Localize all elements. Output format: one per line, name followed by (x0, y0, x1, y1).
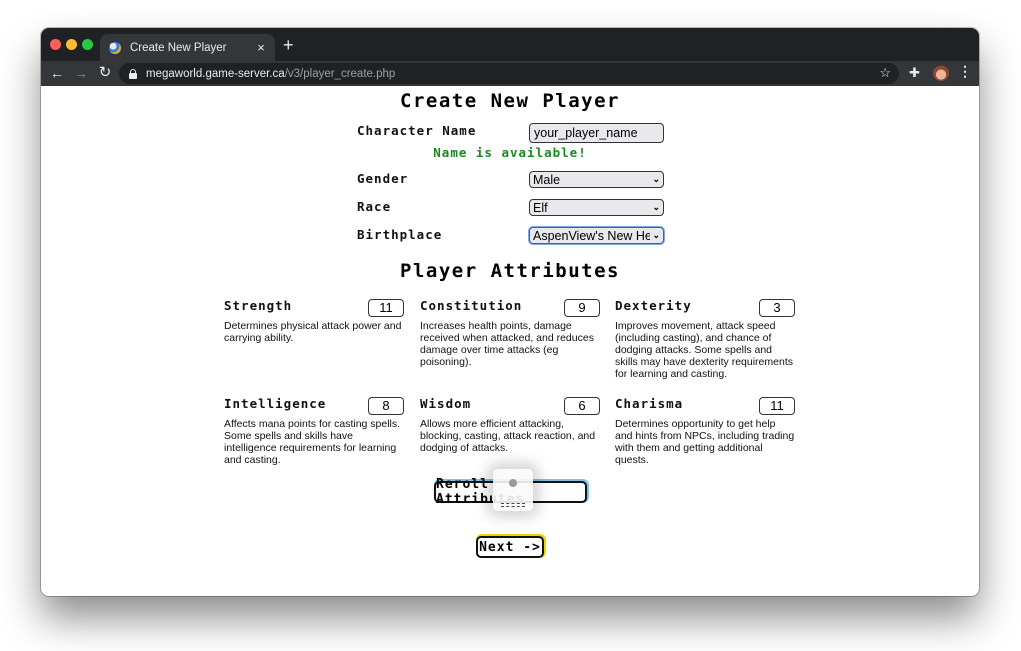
attribute-value: 9 (564, 299, 600, 317)
bookmark-star-icon[interactable]: ☆ (879, 65, 891, 81)
globe-favicon-icon (109, 41, 121, 54)
tab-create-new-player[interactable]: Create New Player × (100, 34, 275, 61)
address-bar[interactable]: megaworld.game-server.ca/v3/player_creat… (119, 63, 899, 84)
attribute-value: 6 (564, 397, 600, 415)
kebab-menu-icon[interactable]: ⋮ (958, 64, 972, 78)
name-availability-message: Name is available! (433, 145, 587, 160)
character-name-input[interactable]: your_player_name (529, 123, 664, 143)
browser-toolbar: ← → ↻ megaworld.game-server.ca/v3/player… (41, 61, 979, 86)
chevron-down-icon: ⌄ (652, 202, 660, 212)
race-selected-value: Elf (533, 200, 548, 215)
birthplace-label: Birthplace (357, 227, 443, 242)
gender-row: Gender Male ⌄ (357, 171, 667, 193)
new-tab-button[interactable]: + (283, 36, 294, 54)
reroll-attributes-button[interactable]: Reroll Attributes (434, 477, 587, 507)
attribute-description: Allows more efficient attacking, blockin… (420, 418, 596, 454)
attributes-section-title: Player Attributes (400, 260, 620, 282)
gender-selected-value: Male (533, 172, 561, 187)
birthplace-selected-value: AspenView's New Hero (533, 228, 651, 243)
attribute-value: 11 (368, 299, 404, 317)
close-tab-icon[interactable]: × (253, 41, 269, 54)
reload-icon[interactable]: ↻ (97, 65, 113, 81)
attribute-description: Affects mana points for casting spells. … (224, 418, 401, 466)
url-path: /v3/player_create.php (284, 67, 396, 80)
tab-title: Create New Player (130, 41, 227, 54)
character-name-value: your_player_name (534, 126, 638, 140)
attribute-description: Determines opportunity to get help and h… (615, 418, 795, 466)
close-window-button[interactable] (50, 39, 61, 50)
race-label: Race (357, 199, 392, 214)
race-select[interactable]: Elf ⌄ (529, 199, 664, 216)
page-title: Create New Player (400, 90, 620, 112)
character-name-row: Character Name your_player_name (357, 123, 667, 145)
minimize-window-button[interactable] (66, 39, 77, 50)
attribute-name: Wisdom (420, 396, 472, 411)
next-button[interactable]: Next -> (476, 536, 544, 558)
url-text[interactable]: megaworld.game-server.ca/v3/player_creat… (146, 68, 395, 80)
attribute-name: Strength (224, 298, 293, 313)
attribute-value: 8 (368, 397, 404, 415)
extensions-puzzle-icon[interactable]: ✚ (909, 66, 920, 79)
birthplace-select[interactable]: AspenView's New Hero ⌄ (529, 227, 664, 244)
browser-window: Create New Player × + ← → ↻ megaworld.ga… (41, 28, 979, 596)
back-arrow-icon[interactable]: ← (49, 65, 65, 81)
birthplace-row: Birthplace AspenView's New Hero ⌄ (357, 227, 667, 249)
attribute-name: Dexterity (615, 298, 692, 313)
character-name-label: Character Name (357, 123, 477, 138)
maximize-window-button[interactable] (82, 39, 93, 50)
attribute-description: Improves movement, attack speed (includi… (615, 320, 793, 380)
gender-select[interactable]: Male ⌄ (529, 171, 664, 188)
profile-avatar[interactable] (933, 65, 949, 81)
url-host: megaworld.game-server.ca (146, 67, 285, 80)
attribute-value: 3 (759, 299, 795, 317)
attribute-name: Intelligence (224, 396, 327, 411)
page-content: Create New Player Character Name your_pl… (41, 86, 979, 596)
attribute-value: 11 (759, 397, 795, 415)
forward-arrow-icon[interactable]: → (73, 65, 89, 81)
attribute-name: Charisma (615, 396, 684, 411)
attribute-description: Increases health points, damage received… (420, 320, 594, 368)
race-row: Race Elf ⌄ (357, 199, 667, 221)
attribute-name: Constitution (420, 298, 523, 313)
chevron-down-icon: ⌄ (652, 230, 660, 240)
gender-label: Gender (357, 171, 409, 186)
attribute-description: Determines physical attack power and car… (224, 320, 402, 344)
lock-icon[interactable] (129, 68, 137, 79)
tab-strip: Create New Player × + (41, 28, 979, 61)
chevron-down-icon: ⌄ (652, 174, 660, 184)
